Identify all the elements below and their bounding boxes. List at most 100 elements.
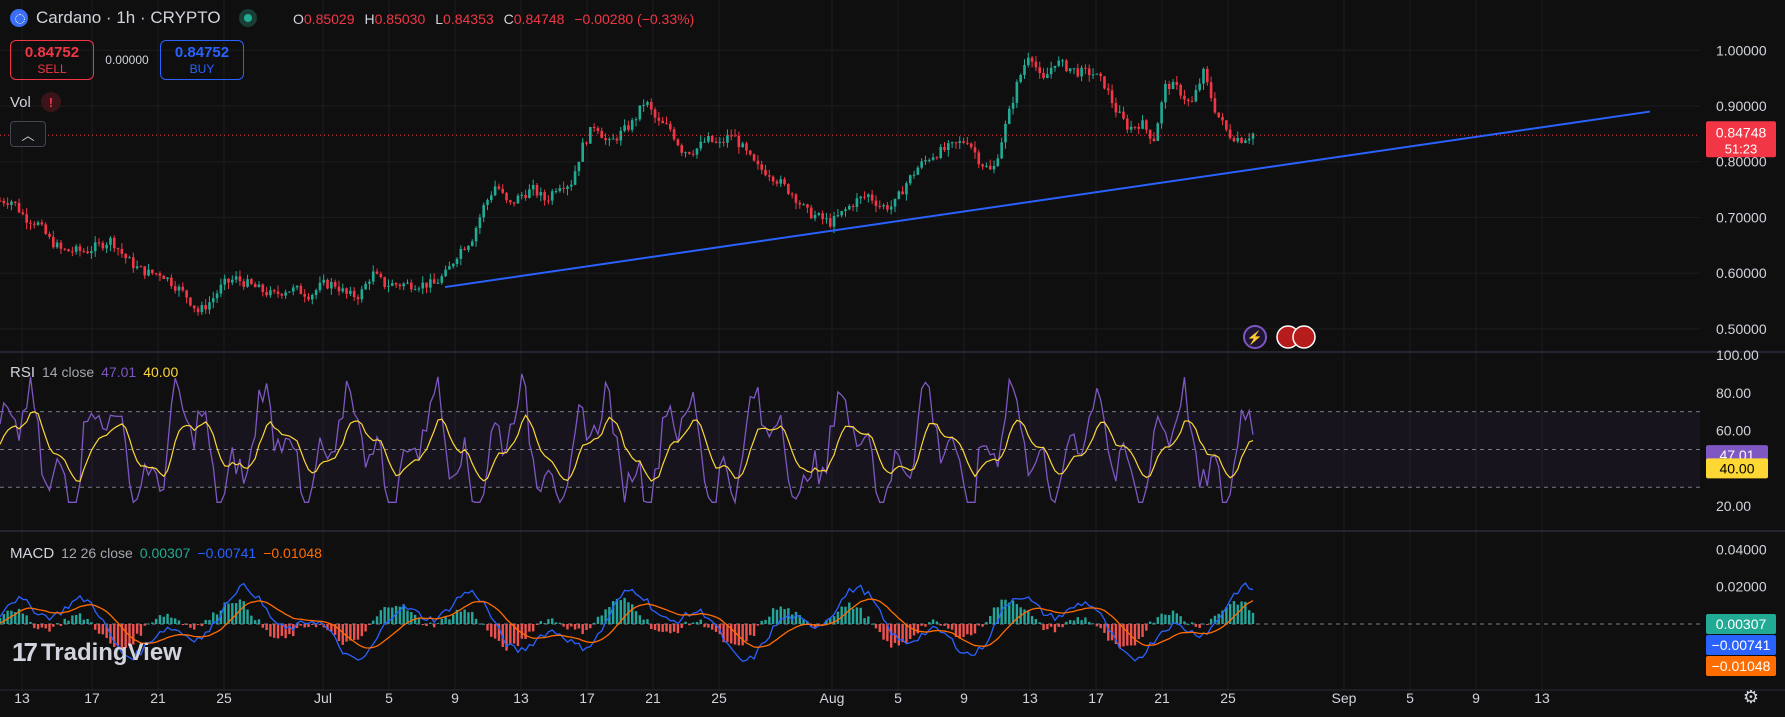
market-status-icon[interactable] — [238, 9, 257, 27]
time-tick-label: 21 — [150, 690, 166, 706]
candle-body — [1171, 81, 1175, 90]
macd-histogram-bar — [1206, 624, 1209, 625]
macd-histogram-bar — [356, 624, 360, 640]
candle-body — [158, 273, 162, 276]
candle-body — [493, 186, 497, 196]
candle-body — [303, 294, 306, 297]
candle-body — [897, 191, 901, 199]
macd-histogram-bar — [703, 624, 706, 628]
macd-histogram-bar — [1004, 599, 1007, 624]
rsi-tick-label: 100.00 — [1716, 347, 1759, 363]
candle-body — [668, 123, 672, 130]
candle-body — [1106, 88, 1110, 91]
candle-body — [196, 308, 200, 313]
macd-histogram-bar — [1209, 618, 1213, 624]
candle-body — [379, 273, 383, 278]
macd-histogram-bar — [638, 615, 642, 624]
macd-histogram-bar — [1171, 610, 1175, 624]
symbol-header[interactable]: Cardano · 1h · CRYPTO — [10, 8, 257, 28]
candle-body — [1126, 118, 1129, 130]
candle-body — [1247, 138, 1251, 141]
macd-histogram-bar — [1046, 624, 1049, 630]
macd-histogram-bar — [74, 614, 78, 624]
candle-body — [238, 276, 242, 282]
candle-body — [32, 223, 36, 225]
macd-histogram-bar — [55, 623, 59, 625]
settings-gear-icon[interactable]: ⚙ — [1740, 686, 1762, 708]
symbol-title[interactable]: Cardano · 1h · CRYPTO — [36, 8, 221, 28]
macd-histogram-bar — [558, 622, 562, 624]
candle-body — [851, 206, 855, 208]
macd-histogram-bar — [1095, 624, 1099, 627]
macd-histogram-bar — [1183, 621, 1186, 624]
macd-histogram-bar — [730, 624, 733, 644]
macd-histogram-bar — [1160, 613, 1163, 624]
macd-histogram-bar — [474, 618, 478, 624]
macd-histogram-bar — [337, 624, 341, 642]
candle-body — [429, 279, 432, 288]
candle-body — [505, 192, 508, 201]
candle-body — [1133, 126, 1137, 128]
macd-histogram-bar — [200, 624, 204, 627]
candle-body — [954, 142, 958, 144]
candle-body — [1186, 99, 1190, 102]
macd-name: MACD — [10, 545, 55, 562]
macd-histogram-bar — [1247, 610, 1251, 624]
candle-body — [760, 164, 764, 170]
sell-button[interactable]: 0.84752 SELL — [10, 40, 94, 80]
macd-histogram-bar — [695, 621, 699, 624]
candle-body — [288, 291, 291, 293]
rsi-legend[interactable]: RSI 14 close 47.01 40.00 — [10, 364, 178, 381]
candle-body — [333, 282, 337, 287]
candle-body — [966, 142, 969, 144]
collapse-legend-button[interactable]: ︿ — [10, 121, 46, 147]
macd-histogram-bar — [631, 604, 634, 624]
candle-body — [1221, 117, 1224, 121]
trade-panel: 0.84752 SELL 0.00000 0.84752 BUY — [10, 40, 244, 80]
candle-body — [863, 196, 866, 198]
macd-histogram-bar — [372, 620, 375, 624]
macd-histogram-bar — [139, 624, 143, 636]
macd-histogram-bar — [623, 597, 626, 624]
candle-body — [836, 215, 840, 217]
chart-canvas[interactable]: ⚡1.000000.900000.800000.700000.600000.50… — [0, 0, 1785, 717]
candle-body — [710, 135, 714, 142]
candle-body — [867, 194, 870, 197]
macd-histogram-bar — [151, 622, 154, 624]
candle-body — [927, 159, 931, 161]
candle-body — [425, 282, 428, 288]
candle-body — [977, 152, 981, 165]
macd-histogram-bar — [650, 624, 653, 629]
volume-legend[interactable]: Vol ! — [10, 92, 61, 112]
candle-body — [802, 204, 805, 206]
price-tick-label: 1.00000 — [1716, 42, 1767, 58]
macd-histogram-bar — [261, 624, 264, 628]
macd-histogram-bar — [257, 619, 261, 624]
candle-body — [173, 286, 177, 291]
macd-histogram-bar — [463, 609, 466, 624]
macd-histogram-bar — [707, 624, 710, 628]
macd-histogram-bar — [448, 619, 451, 624]
macd-histogram-bar — [592, 622, 596, 624]
candle-body — [1164, 83, 1167, 103]
warning-icon[interactable]: ! — [40, 92, 61, 112]
candle-body — [1026, 57, 1030, 66]
candle-body — [295, 285, 299, 288]
time-tick-label: 17 — [84, 690, 100, 706]
candle-body — [1251, 133, 1255, 139]
macd-histogram-bar — [840, 606, 843, 624]
sell-label: SELL — [37, 62, 67, 76]
candle-body — [924, 160, 927, 162]
macd-histogram-bar — [897, 624, 901, 646]
candle-body — [1030, 57, 1034, 62]
candle-body — [337, 286, 341, 292]
buy-button[interactable]: 0.84752 BUY — [160, 40, 244, 80]
rsi-value: 47.01 — [101, 364, 137, 380]
macd-histogram-bar — [661, 624, 664, 632]
macd-legend[interactable]: MACD 12 26 close 0.00307 −0.00741 −0.010… — [10, 545, 322, 562]
spread-value: 0.00000 — [105, 53, 149, 67]
candle-body — [82, 250, 86, 252]
candle-body — [436, 282, 440, 284]
macd-histogram-bar — [1103, 624, 1106, 633]
candle-body — [44, 224, 48, 234]
